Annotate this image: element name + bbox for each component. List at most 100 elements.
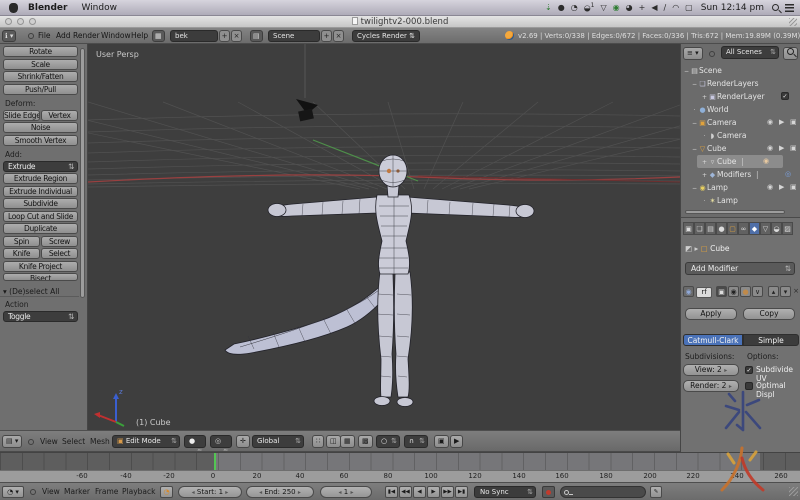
apply-button[interactable]: Apply [685,308,737,320]
accessibility-icon[interactable]: + [639,4,646,12]
camera-object[interactable] [296,44,318,121]
tool-bisect[interactable]: Bisect [3,273,78,281]
tool-shelf-scrollbar[interactable] [80,48,85,298]
add-layout-button[interactable]: + [219,30,230,42]
time-machine-icon[interactable]: ◔ [571,4,578,12]
vertex-select-mode-button[interactable]: ∷ [312,435,324,448]
next-keyframe-button[interactable]: ▶▶ [441,486,454,498]
action-select[interactable]: Toggle [3,311,78,322]
modifier-render-icon[interactable]: ◎ [785,168,791,181]
end-frame-field[interactable]: ◂ End: 250 ▸ [246,486,314,498]
outliner-display-mode[interactable]: All Scenes [721,46,779,59]
spotlight-icon[interactable] [772,4,779,11]
outliner-scrollbar[interactable] [685,210,785,214]
modifier-move-down-icon[interactable]: ▾ [780,286,791,297]
outliner-row-lamp-data[interactable]: ·✶Lamp [681,194,800,207]
selectability-cursor-icon[interactable]: ▶ [779,181,784,194]
tool-push-pull[interactable]: Push/Pull [3,84,78,95]
header-pin-icon[interactable] [709,51,715,57]
menu-render[interactable]: Render [73,28,100,44]
occlude-geometry-button[interactable]: ▩ [358,435,373,448]
header-pin-icon[interactable] [30,489,36,495]
modifier-cage-toggle-icon[interactable]: ∨ [752,286,763,297]
user-icon[interactable]: ◒1 [584,3,595,13]
outliner-row-modifiers[interactable]: +◆Modifiers | ◎ [681,168,800,181]
tool-extrude-individual[interactable]: Extrude Individual [3,186,78,197]
prev-keyframe-button[interactable]: ◀◀ [399,486,412,498]
header-pin-icon[interactable] [28,439,34,445]
tool-slide-edge[interactable]: Slide Edge [3,110,40,121]
corner-resize-grip[interactable] [789,487,798,496]
outliner-row-renderlayers[interactable]: −❏RenderLayers [681,77,800,90]
tab-world-icon[interactable]: ● [716,222,727,235]
sync-icon[interactable]: ◉ [613,4,620,12]
insert-keyframe-icon[interactable]: ✎ [650,486,662,498]
modifier-name-field[interactable]: rf [696,287,712,298]
mac-window-menu[interactable]: Window [81,3,117,13]
pivot-select[interactable]: ◎ [210,435,232,448]
editor-type-info-icon[interactable]: ℹ ▾ [2,30,16,42]
subdivide-uv-checkbox[interactable]: ✓ [745,366,753,374]
tool-screw[interactable]: Screw [41,236,78,247]
sync-mode-select[interactable]: No Sync [474,486,536,498]
shading-select[interactable]: ● [184,435,206,448]
mac-app-menu[interactable]: Blender [28,3,67,13]
tl-menu-view[interactable]: View [42,483,60,500]
tool-shrink-fatten[interactable]: Shrink/Fatten [3,71,78,82]
copy-button[interactable]: Copy [743,308,795,320]
tool-duplicate[interactable]: Duplicate [3,223,78,234]
tab-data-icon[interactable]: ▽ [760,222,771,235]
menu-file[interactable]: File [38,28,51,44]
current-frame-marker[interactable] [214,453,216,470]
tool-smooth-vertex[interactable]: Smooth Vertex [3,135,78,146]
simple-button[interactable]: Simple [743,334,799,346]
orientation-select[interactable]: Global [252,435,304,448]
header-pin-icon[interactable] [28,33,34,39]
outliner-row-world[interactable]: ·●World [681,103,800,116]
play-button[interactable]: ▶ [427,486,440,498]
history-icon[interactable]: ◕ [626,4,633,12]
tab-material-icon[interactable]: ◒ [771,222,782,235]
keying-set-field[interactable] [560,486,646,498]
modifier-delete-icon[interactable]: × [792,286,800,297]
visibility-eye-icon[interactable]: ◉ [767,181,773,194]
optimal-display-checkbox[interactable] [745,382,753,390]
deselect-all-panel-header[interactable]: ▾ (De)select All [3,287,78,296]
preview-range-clock-icon[interactable]: ◔ [160,486,173,498]
outliner-row-scene[interactable]: −▤Scene [681,64,800,77]
outliner-row-renderlayer[interactable]: +▣RenderLayer ✓ [681,90,800,103]
selectability-cursor-icon[interactable]: ▶ [779,116,784,129]
visibility-eye-icon[interactable]: ◉ [767,116,773,129]
menu-bar-clock[interactable]: Sun 12:14 pm [701,3,764,13]
tool-slide-vertex[interactable]: Vertex [41,110,78,121]
character-mesh[interactable] [225,155,534,407]
tab-modifiers-icon[interactable]: ◆ [749,222,760,235]
outliner-row-lamp-object[interactable]: −◉Lamp ◉ ▶ ▣ [681,181,800,194]
render-subdivisions-stepper[interactable]: Render: 2 ▸ [683,380,739,392]
timeline-strip[interactable] [0,452,800,470]
screen-layout-field[interactable]: bek [170,30,218,42]
opengl-render-anim-button[interactable]: ▶ [450,435,463,448]
catmull-clark-button[interactable]: Catmull-Clark [683,334,743,346]
tl-menu-frame[interactable]: Frame [95,483,118,500]
outliner-row-camera-data[interactable]: ·◗Camera [681,129,800,142]
render-toggle-icon[interactable]: ▣ [790,142,797,155]
extrude-select[interactable]: Extrude [3,161,78,172]
wifi-icon[interactable]: ◠ [672,4,679,12]
tool-subdivide[interactable]: Subdivide [3,198,78,209]
render-engine-select[interactable]: Cycles Render ⇅ [352,30,420,42]
vp-menu-select[interactable]: Select [62,431,85,452]
tool-rotate[interactable]: Rotate [3,46,78,57]
modifier-render-toggle-icon[interactable]: ▣ [716,286,727,297]
outliner-row-camera-object[interactable]: −▣Camera ◉ ▶ ▣ [681,116,800,129]
proportional-edit-select[interactable]: ○ [376,435,400,448]
edge-select-mode-button[interactable]: ◫ [326,435,341,448]
start-frame-field[interactable]: ◂ Start: 1 ▸ [178,486,242,498]
render-toggle-icon[interactable]: ▣ [790,116,797,129]
editor-type-timeline-icon[interactable]: ◔ ▾ [2,486,24,498]
tab-constraints-icon[interactable]: ∞ [738,222,749,235]
apple-menu-icon[interactable] [9,3,18,13]
tool-scale[interactable]: Scale [3,59,78,70]
shield-icon[interactable]: ▽ [601,4,607,12]
vp-menu-mesh[interactable]: Mesh [90,431,110,452]
